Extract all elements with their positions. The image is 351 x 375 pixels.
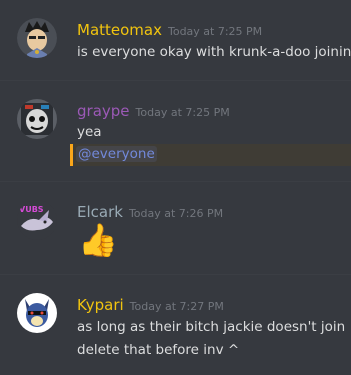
author-name[interactable]: graype xyxy=(77,102,130,120)
message-text: yea xyxy=(77,124,102,140)
timestamp: Today at 7:25 PM xyxy=(167,25,263,38)
message-text: as long as their bitch jackie doesn't jo… xyxy=(77,319,346,335)
timestamp: Today at 7:25 PM xyxy=(135,106,230,119)
message: graype Today at 7:25 PM yea @everyone xyxy=(0,81,351,181)
avatar-kypari-icon xyxy=(17,293,57,333)
avatar-graype-icon xyxy=(17,99,57,139)
thumbs-up-emoji[interactable]: 👍 xyxy=(78,224,118,256)
message: VUBS Elcark Today at 7:26 PM 👍 xyxy=(0,182,351,274)
timestamp: Today at 7:26 PM xyxy=(128,207,224,220)
avatar[interactable] xyxy=(17,293,57,333)
author-name[interactable]: Matteomax xyxy=(77,21,162,39)
message: Kypari Today at 7:27 PM as long as their … xyxy=(0,275,351,375)
timestamp: Today at 7:27 PM xyxy=(129,300,224,313)
avatar[interactable]: VUBS xyxy=(17,200,57,240)
message: Matteomax Today at 7:25 PM is everyone ok… xyxy=(0,0,351,80)
message-text: is everyone okay with krunk-a-doo joinin… xyxy=(77,44,351,60)
avatar[interactable] xyxy=(17,99,57,139)
avatar[interactable] xyxy=(17,18,57,58)
message-text: delete that before inv ^ xyxy=(77,342,240,358)
avatar-elcark-text: VUBS xyxy=(19,205,44,214)
avatar-matteomax-icon xyxy=(17,18,57,58)
author-name[interactable]: Elcark xyxy=(77,203,123,221)
avatar-elcark-icon: VUBS xyxy=(17,200,57,240)
author-name[interactable]: Kypari xyxy=(77,296,124,314)
mention-everyone[interactable]: @everyone xyxy=(76,146,157,162)
